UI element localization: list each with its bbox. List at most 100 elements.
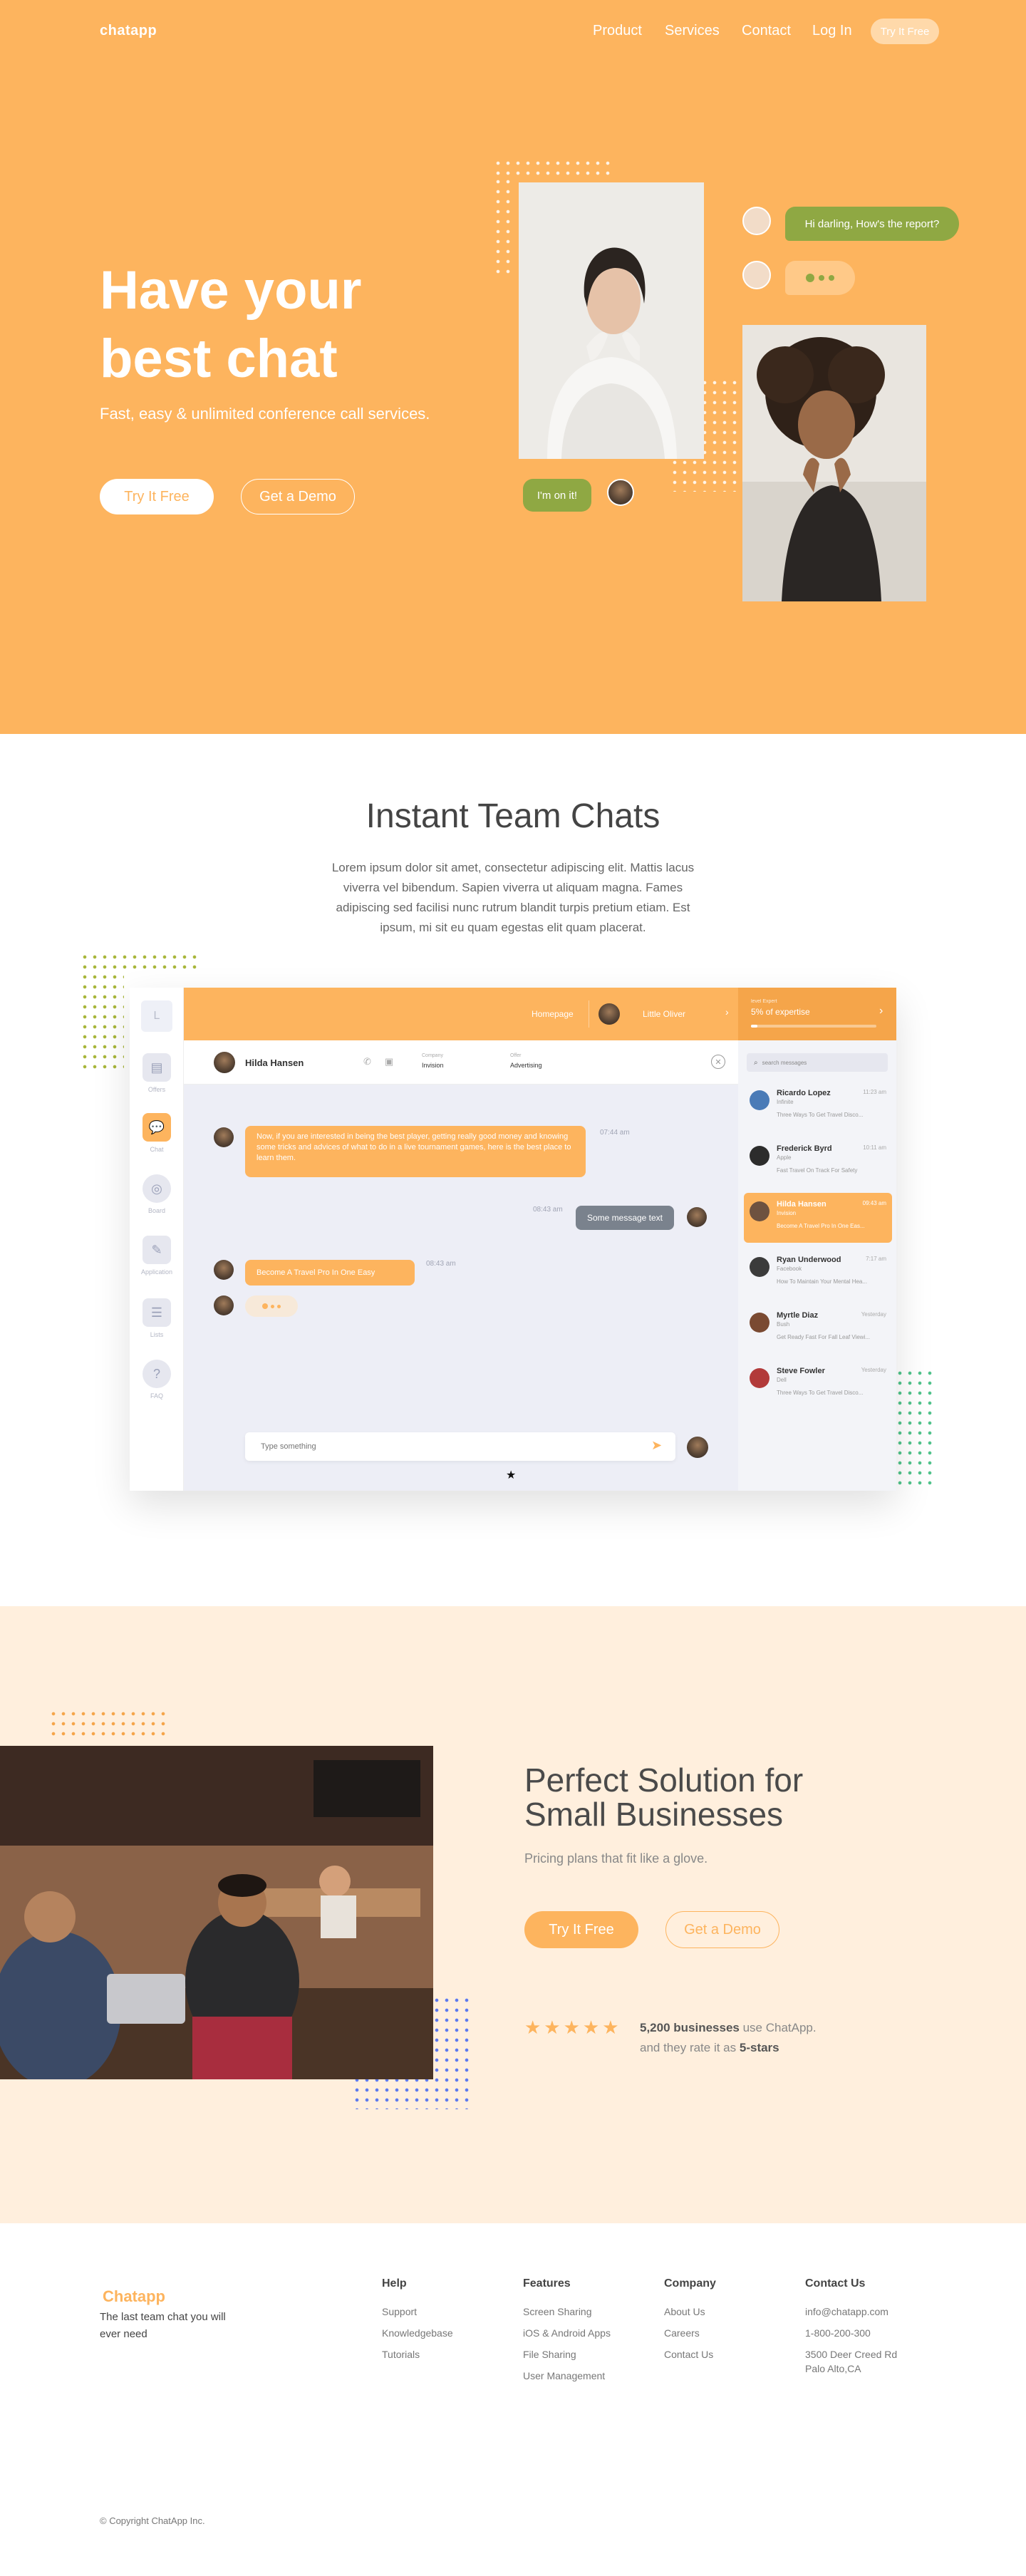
section-title: Instant Team Chats — [366, 797, 660, 835]
chevron-right-icon[interactable]: › — [879, 1005, 883, 1018]
hero-section: chatapp Product Services Contact Log In … — [0, 0, 1026, 734]
homepage-link[interactable]: Homepage — [532, 1009, 574, 1019]
solution-demo-button[interactable]: Get a Demo — [665, 1911, 779, 1948]
footer-phone[interactable]: 1-800-200-300 — [805, 2327, 897, 2339]
sidebar-item-chat[interactable]: 💬 Chat — [140, 1113, 174, 1153]
solution-title-line-2: Small Businesses — [524, 1796, 784, 1833]
footer-link[interactable]: Knowledgebase — [382, 2327, 453, 2339]
hero-subtitle: Fast, easy & unlimited conference call s… — [100, 405, 430, 423]
footer-link[interactable]: File Sharing — [523, 2349, 611, 2360]
chat-header: Hilda Hansen ✆ ▣ Company Invision Offer … — [184, 1040, 738, 1085]
expertise-value: 5% of expertise — [751, 1007, 810, 1017]
contact-time: 09:43 am — [862, 1200, 886, 1206]
hero-photo-woman-curly-illustration — [742, 325, 926, 601]
hero-photo-woman-sweater — [519, 182, 704, 459]
footer-column-help: Help Support Knowledgebase Tutorials — [382, 2277, 453, 2360]
contact-company: Infinite — [777, 1099, 794, 1105]
typing-indicator — [245, 1295, 298, 1317]
send-icon[interactable]: ➤ — [651, 1438, 662, 1453]
phone-icon[interactable]: ✆ — [363, 1056, 371, 1067]
contact-company: Facebook — [777, 1266, 802, 1272]
logo[interactable]: chatapp — [100, 23, 157, 39]
expertise-panel[interactable]: level Expert 5% of expertise › — [738, 988, 896, 1040]
my-avatar — [687, 1437, 708, 1458]
contact-last-message: Get Ready Fast For Fall Leaf Viewi... — [777, 1334, 871, 1340]
footer-link[interactable]: Contact Us — [664, 2349, 716, 2360]
footer-heading: Company — [664, 2277, 716, 2290]
footer-link[interactable]: About Us — [664, 2306, 716, 2317]
sidebar-item-faq[interactable]: ? FAQ — [140, 1360, 174, 1400]
contact-list-item[interactable]: Hilda Hansen Invision Become A Travel Pro … — [744, 1193, 892, 1243]
contacts-search[interactable]: ⌕ search messages — [747, 1053, 888, 1072]
hero-demo-button[interactable]: Get a Demo — [241, 479, 355, 514]
rating-count: 5,200 businesses — [640, 2021, 740, 2034]
message-avatar — [214, 1260, 234, 1280]
avatar — [742, 261, 771, 289]
sidebar-label: FAQ — [150, 1392, 163, 1400]
footer-heading: Help — [382, 2277, 407, 2290]
contact-list-item[interactable]: Ryan Underwood Facebook How To Maintain Yo… — [744, 1248, 892, 1298]
contact-name: Hilda Hansen — [777, 1200, 826, 1209]
message-time: 07:44 am — [600, 1129, 630, 1137]
contact-last-message: Three Ways To Get Travel Disco... — [777, 1112, 864, 1118]
copyright: © Copyright ChatApp Inc. — [100, 2515, 205, 2526]
team-cafe-photo — [0, 1746, 433, 2079]
footer-link[interactable]: User Management — [523, 2370, 611, 2381]
footer-link[interactable]: Tutorials — [382, 2349, 453, 2360]
message-bubble: Become A Travel Pro In One Easy — [245, 1260, 415, 1286]
footer-link[interactable]: Screen Sharing — [523, 2306, 611, 2317]
sidebar-item-application[interactable]: ✎ Application — [140, 1236, 174, 1276]
message-bubble: Some message text — [576, 1206, 674, 1230]
sidebar-label: Application — [140, 1268, 173, 1276]
sidebar-item-offers[interactable]: ▤ Offers — [140, 1053, 174, 1093]
contact-last-message: Fast Travel On Track For Safety — [777, 1167, 858, 1174]
contact-name: Ryan Underwood — [777, 1256, 841, 1264]
rating-text: 5,200 businesses use ChatApp. and they r… — [640, 2018, 817, 2058]
contact-name: Hilda Hansen — [245, 1057, 304, 1068]
dots-decoration — [80, 952, 201, 972]
contact-list-item[interactable]: Steve Fowler Dell Three Ways To Get Travel… — [744, 1360, 892, 1409]
chevron-right-icon[interactable]: › — [725, 1006, 729, 1018]
solution-try-free-button[interactable]: Try It Free — [524, 1911, 638, 1948]
close-icon[interactable]: ✕ — [711, 1055, 725, 1069]
user-avatar[interactable] — [598, 1003, 620, 1025]
contact-name: Frederick Byrd — [777, 1144, 832, 1153]
app-topbar: Homepage Little Oliver › level Expert 5%… — [184, 988, 896, 1040]
nav-contact[interactable]: Contact — [742, 23, 791, 39]
nav-product[interactable]: Product — [593, 23, 642, 39]
chat-icon: 💬 — [142, 1113, 171, 1142]
app-logo-icon[interactable]: L — [141, 1000, 172, 1032]
footer-link[interactable]: Support — [382, 2306, 453, 2317]
rating-text-1: use ChatApp. — [739, 2021, 817, 2034]
sidebar-label: Lists — [150, 1331, 164, 1338]
contact-time: 10:11 am — [863, 1144, 886, 1151]
sidebar-label: Chat — [150, 1146, 164, 1153]
briefcase-icon: ▤ — [142, 1053, 171, 1082]
sidebar-item-lists[interactable]: ☰ Lists — [140, 1298, 174, 1338]
contact-avatar — [750, 1201, 770, 1221]
nav-login[interactable]: Log In — [812, 23, 852, 39]
solution-title: Perfect Solution for Small Businesses — [524, 1763, 895, 1831]
nav-services[interactable]: Services — [665, 23, 720, 39]
contact-list-item[interactable]: Frederick Byrd Apple Fast Travel On Track … — [744, 1137, 892, 1187]
contact-avatar — [750, 1257, 770, 1277]
sidebar-item-board[interactable]: ◎ Board — [140, 1174, 174, 1214]
contact-avatar — [214, 1052, 235, 1073]
contact-list-item[interactable]: Ricardo Lopez Infinite Three Ways To Get T… — [744, 1082, 892, 1132]
app-window: L ▤ Offers 💬 Chat ◎ Board ✎ Application … — [130, 988, 896, 1491]
user-name[interactable]: Little Oliver — [643, 1009, 685, 1019]
nav-try-free-button[interactable]: Try It Free — [871, 19, 939, 44]
board-icon: ◎ — [142, 1174, 171, 1203]
hero-try-free-button[interactable]: Try It Free — [100, 479, 214, 514]
message-input[interactable] — [245, 1432, 675, 1461]
hero-title-line-1: Have your — [100, 260, 362, 321]
footer-link[interactable]: iOS & Android Apps — [523, 2327, 611, 2339]
footer-tagline: The last team chat you will ever need — [100, 2311, 226, 2340]
footer-link[interactable]: Careers — [664, 2327, 716, 2339]
dots-decoration — [48, 1709, 170, 1739]
chat-bubble: Hi darling, How's the report? — [785, 207, 959, 241]
contact-list-item[interactable]: Myrtle Diaz Bush Get Ready Fast For Fall L… — [744, 1304, 892, 1354]
footer-email[interactable]: info@chatapp.com — [805, 2306, 897, 2317]
camera-icon[interactable]: ▣ — [385, 1056, 393, 1067]
footer-logo[interactable]: Chatapp — [103, 2287, 165, 2306]
